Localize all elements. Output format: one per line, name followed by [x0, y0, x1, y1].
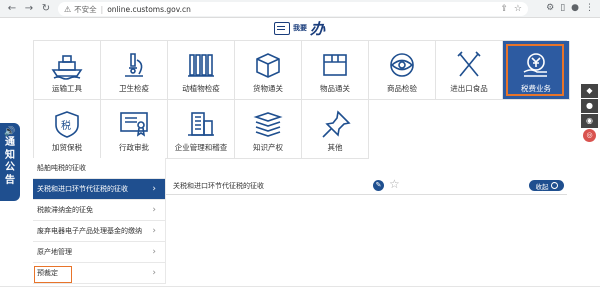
sub-menu: 船舶吨税的征收 关税和进口环节代征税的征收 › 税款滞纳金的征免 › 废弃电器电子产… [33, 158, 166, 284]
chevron-up-icon: ^ [550, 182, 558, 189]
menu-item[interactable]: 船舶吨税的征收 [33, 158, 166, 179]
tax-shield-icon: 税 [55, 111, 79, 138]
svg-text:税: 税 [61, 119, 71, 132]
tile-transport[interactable]: 运输工具 [34, 41, 101, 100]
collapse-button[interactable]: 收起 ^ [529, 180, 564, 191]
books-icon [253, 112, 283, 137]
menu-item[interactable]: 废弃电器电子产品处理基金的缴纳 › [33, 221, 166, 242]
chevron-right-icon: › [152, 268, 156, 278]
chevron-right-icon: › [152, 247, 156, 257]
tile-label: 进出口食品 [450, 84, 488, 93]
edit-icon[interactable]: ✎ [373, 180, 384, 191]
tile-label: 加贸保税 [52, 143, 82, 152]
tile-label: 知识产权 [253, 143, 283, 152]
menu-icon[interactable]: ⋮ [585, 3, 594, 13]
building-icon [188, 112, 214, 136]
speaker-icon: 🔊 [4, 127, 16, 137]
notice-char: 公 [5, 162, 15, 173]
menu-item-label: 税款滞纳金的征免 [37, 206, 93, 214]
weibo-icon[interactable]: ◎ [583, 129, 596, 142]
android-icon[interactable]: ◆ [581, 84, 598, 98]
extensions-icon[interactable]: ⚙ [546, 3, 554, 13]
security-label: 不安全 [74, 4, 97, 14]
divider: | [100, 4, 104, 14]
eye-icon [390, 53, 414, 77]
favorite-star-icon[interactable]: ☆ [389, 177, 400, 191]
chevron-right-icon: › [152, 226, 156, 236]
tile-inspection[interactable]: 商品检验 [369, 41, 436, 100]
tile-enterprise[interactable]: 企业管理和稽查 [168, 100, 235, 159]
fork-knife-icon [457, 51, 481, 77]
wechat-icon[interactable]: ◉ [581, 114, 598, 128]
chevron-right-icon: › [152, 205, 156, 215]
logo-icon [274, 21, 290, 35]
menu-item-active[interactable]: 关税和进口环节代征税的征收 › [33, 179, 166, 200]
microscope-icon [125, 53, 143, 77]
browser-nav: ← → ↻ [6, 3, 52, 15]
notice-tab[interactable]: 🔊 通 知 公 告 [0, 123, 20, 201]
menu-item[interactable]: 预裁定 › [33, 263, 166, 284]
logo-big: 办 [310, 19, 326, 38]
side-app-bar: ◆ ● ◉ ◎ [581, 84, 598, 143]
tile-ip[interactable]: 知识产权 [235, 100, 302, 159]
content-title: 关税和进口环节代征税的征收 [173, 182, 264, 190]
notice-char: 知 [5, 149, 15, 161]
box-icon [256, 53, 280, 78]
highlight-box [506, 44, 564, 96]
menu-item-label: 废弃电器电子产品处理基金的缴纳 [37, 227, 142, 235]
plant-bars-icon [188, 54, 214, 77]
tile-other[interactable]: 其他 [302, 100, 369, 159]
tile-label: 行政审批 [119, 143, 149, 152]
collapse-label: 收起 [535, 182, 549, 191]
tile-health[interactable]: 卫生检疫 [101, 41, 168, 100]
chevron-right-icon: › [152, 184, 156, 194]
sidebar-icon[interactable]: ▯ [560, 3, 565, 13]
tile-bonded[interactable]: 税 加贸保税 [34, 100, 101, 159]
share-icon[interactable]: ⇪ [500, 4, 508, 14]
tile-food[interactable]: 进出口食品 [436, 41, 503, 100]
reload-icon[interactable]: ↻ [40, 3, 52, 15]
tile-label: 物品通关 [320, 84, 350, 93]
tile-label: 动植物检疫 [182, 84, 220, 93]
package-icon [323, 54, 347, 76]
browser-toolbar: ← → ↻ ⚠ 不安全 | online.customs.gov.cn ⇪ ☆ … [0, 0, 600, 18]
logo-word: 我要 [293, 24, 307, 32]
menu-item-label: 原产地管理 [37, 248, 72, 256]
url-text[interactable]: online.customs.gov.cn [107, 5, 191, 14]
bookmark-star-icon[interactable]: ☆ [514, 4, 522, 14]
menu-item-label: 船舶吨税的征收 [37, 164, 86, 172]
notice-char: 通 [5, 137, 15, 148]
address-bar[interactable]: ⚠ 不安全 | online.customs.gov.cn ⇪ ☆ [58, 2, 528, 16]
pin-icon [322, 110, 351, 138]
forward-icon[interactable]: → [23, 3, 35, 15]
notice-char: 告 [5, 174, 15, 186]
apple-icon[interactable]: ● [581, 99, 598, 113]
menu-item[interactable]: 原产地管理 › [33, 242, 166, 263]
tile-quarantine[interactable]: 动植物检疫 [168, 41, 235, 100]
tile-articles[interactable]: 物品通关 [302, 41, 369, 100]
menu-item-label: 关税和进口环节代征税的征收 [37, 185, 128, 193]
profile-icon[interactable]: ● [571, 3, 579, 13]
tile-label: 商品检验 [387, 84, 417, 93]
site-logo[interactable]: 我要 办 [274, 19, 326, 38]
back-icon[interactable]: ← [6, 3, 18, 15]
tile-approval[interactable]: 行政审批 [101, 100, 168, 159]
content-header: 关税和进口环节代征税的征收 ✎ ☆ 收起 ^ [166, 177, 567, 195]
warning-icon[interactable]: ⚠ [64, 5, 71, 14]
tile-label: 运输工具 [52, 84, 82, 93]
service-grid: 运输工具 卫生检疫 动植物检疫 货物通关 物品通关 商品检验 进出口食品 税费业… [33, 40, 570, 159]
tile-label: 货物通关 [253, 84, 283, 93]
highlight-box [34, 266, 72, 283]
tile-cargo[interactable]: 货物通关 [235, 41, 302, 100]
certificate-icon [120, 112, 148, 137]
tile-label: 企业管理和稽查 [174, 143, 228, 152]
ship-icon [51, 55, 83, 80]
tile-label: 其他 [327, 143, 343, 152]
menu-item[interactable]: 税款滞纳金的征免 › [33, 200, 166, 221]
tile-label: 卫生检疫 [119, 84, 149, 93]
browser-tools: ⚙ ▯ ● ⋮ [546, 3, 594, 13]
tile-tax[interactable]: 税费业务 [503, 41, 570, 100]
